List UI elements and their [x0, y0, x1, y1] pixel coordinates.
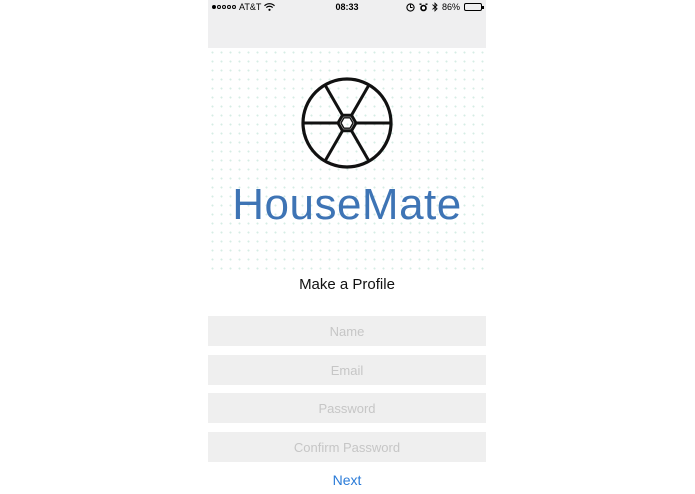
bluetooth-icon: [432, 2, 438, 12]
next-button[interactable]: Next: [208, 472, 486, 488]
page-title: Make a Profile: [299, 276, 395, 293]
confirm-password-field[interactable]: [208, 432, 486, 462]
phone-screen: AT&T 08:33 86% HouseMate Make a Profile …: [208, 0, 486, 494]
alarm-icon: [419, 3, 428, 11]
hexagon-wheel-logo-icon: [301, 77, 393, 169]
battery-icon: [464, 3, 484, 11]
battery-percent: 86%: [441, 2, 460, 12]
password-field[interactable]: [208, 393, 486, 423]
app-name-logo-text: HouseMate: [232, 180, 462, 229]
location-lock-icon: [406, 2, 415, 12]
email-field[interactable]: [208, 355, 486, 385]
name-field[interactable]: [208, 316, 486, 346]
status-right: 86%: [406, 2, 484, 12]
navigation-band: [208, 16, 486, 48]
logo-banner: HouseMate: [208, 48, 486, 270]
status-bar: AT&T 08:33 86%: [208, 0, 486, 16]
